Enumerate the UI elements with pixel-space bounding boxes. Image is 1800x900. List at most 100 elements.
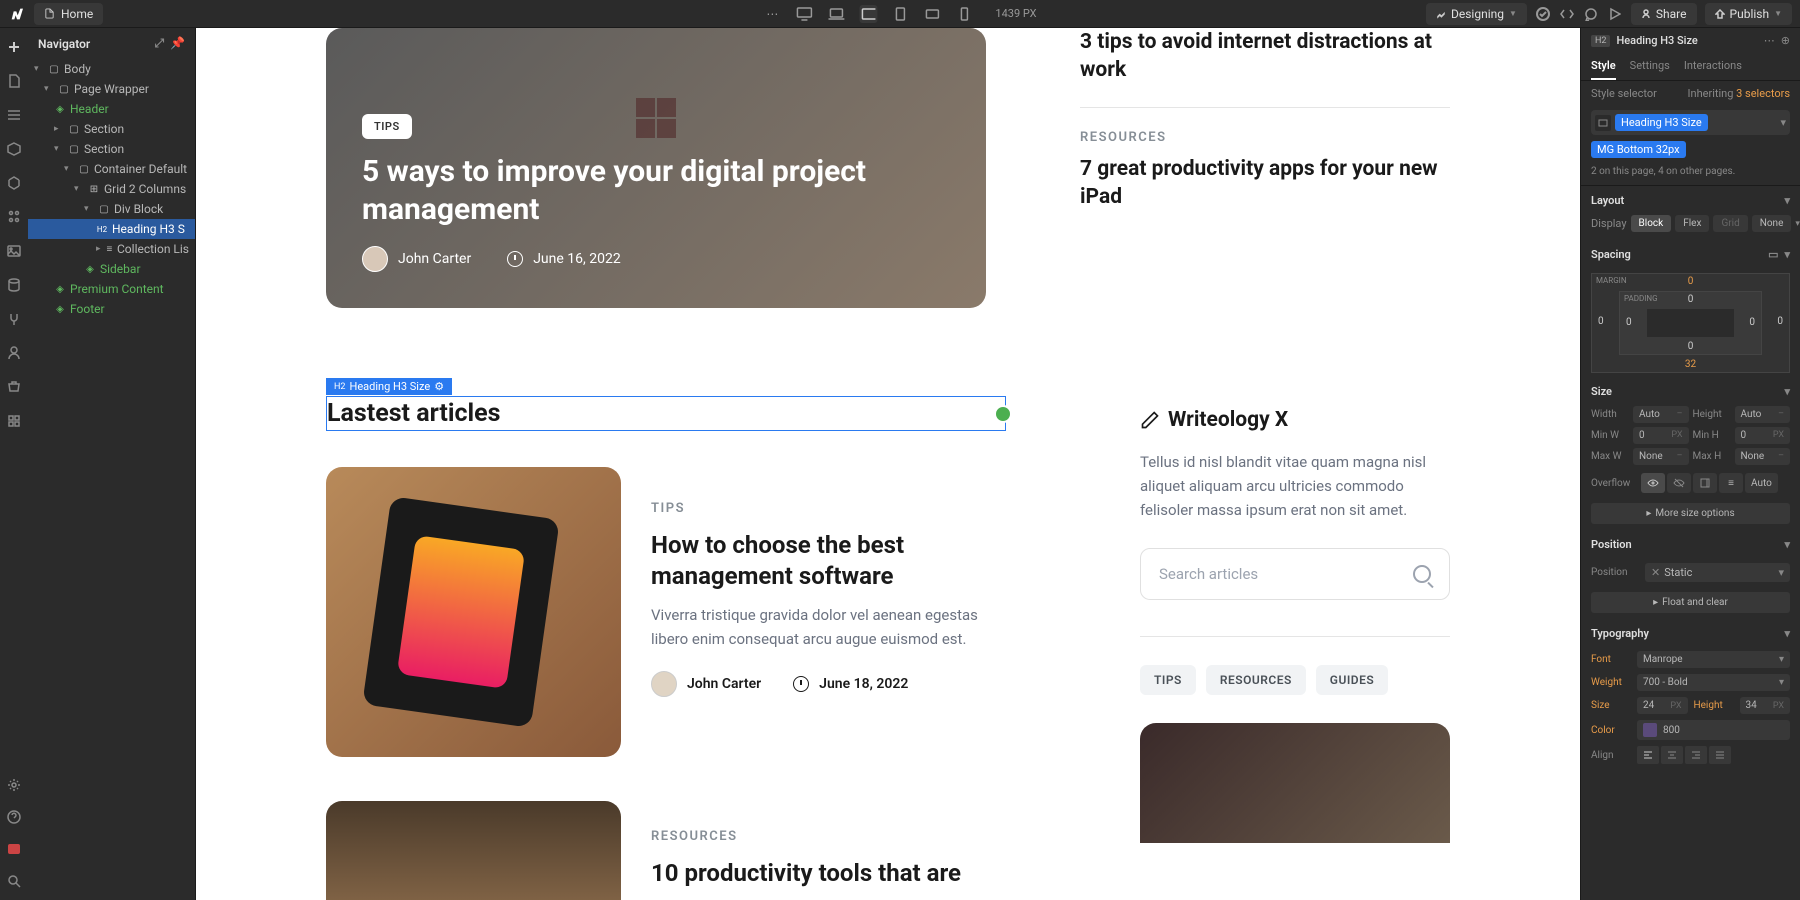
search-rail-icon[interactable] <box>5 872 23 890</box>
apps-icon[interactable] <box>5 412 23 430</box>
components-icon[interactable] <box>5 140 23 158</box>
tree-item-section2[interactable]: ▾▢Section <box>28 139 195 159</box>
padding-top[interactable]: 0 <box>1688 294 1694 305</box>
desktop-icon[interactable] <box>795 5 813 23</box>
margin-top[interactable]: 0 <box>1688 276 1694 287</box>
align-left[interactable] <box>1637 746 1659 764</box>
font-select[interactable]: Manrope▾ <box>1637 651 1790 668</box>
tree-item-section1[interactable]: ▸▢Section <box>28 119 195 139</box>
section-layout[interactable]: Layout▾ <box>1581 186 1800 215</box>
tree-item-container[interactable]: ▾▢Container Default <box>28 159 195 179</box>
assets-icon[interactable] <box>5 242 23 260</box>
margin-bottom[interactable]: 32 <box>1685 359 1696 370</box>
breakpoint-state-icon[interactable] <box>1595 115 1611 131</box>
display-block[interactable]: Block <box>1631 215 1672 232</box>
tree-item-body[interactable]: ▾▢Body <box>28 59 195 79</box>
height-input[interactable]: Auto– <box>1735 406 1791 423</box>
tablet-landscape-icon[interactable] <box>859 5 877 23</box>
tree-item-page-wrapper[interactable]: ▾▢Page Wrapper <box>28 79 195 99</box>
style-manager-icon[interactable] <box>5 208 23 226</box>
margin-right[interactable]: 0 <box>1777 316 1783 327</box>
overflow-hidden[interactable] <box>1667 473 1691 493</box>
tag-guides[interactable]: GUIDES <box>1316 665 1388 695</box>
tree-item-collection[interactable]: ▸≡Collection Lis <box>28 239 195 259</box>
laptop-icon[interactable] <box>827 5 845 23</box>
mobile-icon[interactable] <box>955 5 973 23</box>
ecommerce-icon[interactable] <box>5 378 23 396</box>
section-position[interactable]: Position▾ <box>1581 530 1800 559</box>
width-input[interactable]: Auto– <box>1633 406 1689 423</box>
side-article-1[interactable]: 3 tips to avoid internet distractions at… <box>1080 28 1450 108</box>
code-icon[interactable] <box>1559 6 1575 22</box>
tree-item-premium[interactable]: ◈Premium Content <box>28 279 195 299</box>
close-icon[interactable]: ✕ <box>1651 566 1660 579</box>
section-size[interactable]: Size▾ <box>1581 377 1800 406</box>
webflow-logo[interactable] <box>8 5 26 23</box>
help-icon[interactable] <box>5 808 23 826</box>
tablet-icon[interactable] <box>891 5 909 23</box>
article-card-1[interactable]: TIPS How to choose the best management s… <box>326 467 1006 757</box>
more-size-options[interactable]: ▸More size options <box>1591 503 1790 524</box>
weight-select[interactable]: 700 - Bold▾ <box>1637 674 1790 691</box>
selection-label[interactable]: H2 Heading H3 Size ⚙ <box>326 378 452 395</box>
mobile-landscape-icon[interactable] <box>923 5 941 23</box>
maxw-input[interactable]: None– <box>1633 448 1689 465</box>
tag-resources[interactable]: RESOURCES <box>1206 665 1306 695</box>
navigator-icon[interactable] <box>5 106 23 124</box>
line-height-input[interactable]: 34PX <box>1740 697 1791 714</box>
hero-category-chip[interactable]: TIPS <box>362 114 412 139</box>
chevron-down-icon[interactable]: ▾ <box>1795 219 1800 229</box>
tree-item-divblock[interactable]: ▾▢Div Block <box>28 199 195 219</box>
color-input[interactable]: 800 <box>1637 720 1790 740</box>
tab-settings[interactable]: Settings <box>1630 53 1670 80</box>
class-selector[interactable]: Heading H3 Size ▾ <box>1591 110 1790 135</box>
users-icon[interactable] <box>5 344 23 362</box>
logic-icon[interactable] <box>5 310 23 328</box>
padding-left[interactable]: 0 <box>1626 317 1632 328</box>
tree-item-footer[interactable]: ◈Footer <box>28 299 195 319</box>
float-clear-button[interactable]: ▸Float and clear <box>1591 592 1790 613</box>
share-button[interactable]: Share <box>1631 3 1697 25</box>
pin-icon[interactable]: 📌 <box>170 36 185 51</box>
page-selector[interactable]: Home <box>34 3 103 25</box>
publish-button[interactable]: Publish ▼ <box>1705 3 1792 25</box>
comment-icon[interactable] <box>1583 6 1599 22</box>
padding-right[interactable]: 0 <box>1749 317 1755 328</box>
tree-item-grid2[interactable]: ▾⊞Grid 2 Columns <box>28 179 195 199</box>
display-flex[interactable]: Flex <box>1675 215 1709 232</box>
more-icon[interactable]: ⋯ <box>763 5 781 23</box>
search-input[interactable]: Search articles <box>1140 548 1450 600</box>
video-icon[interactable] <box>5 840 23 858</box>
tree-item-heading-h3[interactable]: H2Heading H3 S <box>28 219 195 239</box>
pages-icon[interactable] <box>5 72 23 90</box>
spacing-link-icon[interactable]: ▭ <box>1768 248 1778 261</box>
collapse-icon[interactable]: ⤢ <box>154 36 164 51</box>
position-select[interactable]: ✕Static▾ <box>1645 563 1790 582</box>
inheriting-link[interactable]: 3 selectors <box>1736 87 1790 100</box>
hero-article-card[interactable]: TIPS 5 ways to improve your digital proj… <box>326 28 986 308</box>
overflow-auto[interactable]: ≡ <box>1719 473 1743 493</box>
add-element-icon[interactable] <box>5 38 23 56</box>
side-article-2[interactable]: RESOURCES 7 great productivity apps for … <box>1080 130 1450 234</box>
align-right[interactable] <box>1685 746 1707 764</box>
display-grid[interactable]: Grid <box>1713 215 1747 232</box>
designing-mode-button[interactable]: Designing ▼ <box>1426 3 1527 25</box>
align-justify[interactable] <box>1709 746 1731 764</box>
tab-style[interactable]: Style <box>1591 53 1616 80</box>
tree-item-header[interactable]: ◈Header <box>28 99 195 119</box>
cms-icon[interactable] <box>5 276 23 294</box>
minh-input[interactable]: 0PX <box>1735 427 1791 444</box>
tag-tips[interactable]: TIPS <box>1140 665 1196 695</box>
section-spacing[interactable]: Spacing▭▾ <box>1581 240 1800 269</box>
display-none[interactable]: None <box>1752 215 1792 232</box>
tab-interactions[interactable]: Interactions <box>1684 53 1742 80</box>
settings-icon[interactable] <box>5 776 23 794</box>
minw-input[interactable]: 0PX <box>1633 427 1689 444</box>
article-card-2[interactable]: RESOURCES 10 productivity tools that are <box>326 801 1006 900</box>
overflow-auto-label[interactable]: Auto <box>1745 473 1778 493</box>
preview-icon[interactable] <box>1607 6 1623 22</box>
margin-left[interactable]: 0 <box>1598 316 1604 327</box>
focus-icon[interactable]: ⊕ <box>1781 34 1790 47</box>
selection-settings-icon[interactable]: ⚙ <box>434 380 444 393</box>
padding-bottom[interactable]: 0 <box>1688 341 1694 352</box>
